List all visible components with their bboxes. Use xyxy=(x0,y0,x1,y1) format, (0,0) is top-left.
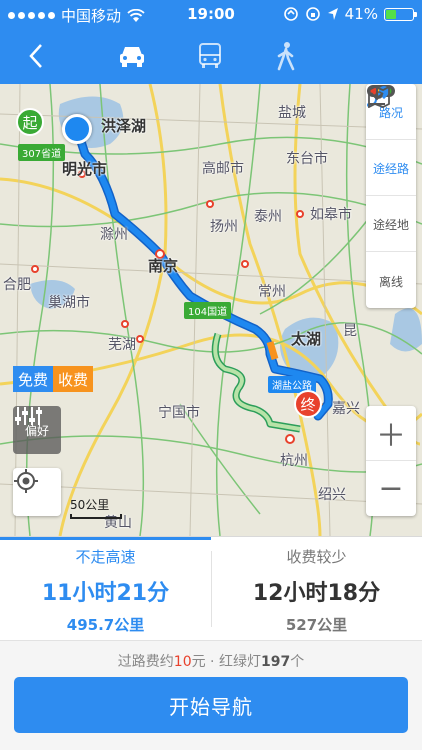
route-options: 不走高速 11小时21分 495.7公里 收费较少 12小时18分 527公里 xyxy=(0,536,422,640)
toll-tab[interactable]: 收费 xyxy=(53,366,94,392)
bus-icon xyxy=(199,43,221,68)
mode-bus-tab[interactable] xyxy=(188,36,232,76)
label-jiaxing: 嘉兴 xyxy=(332,401,360,417)
road-tag-104: 104国道 xyxy=(184,302,232,319)
label-taizhou: 泰州 xyxy=(254,209,282,225)
label-gaoyou: 高邮市 xyxy=(202,161,244,177)
label-taihu: 太湖 xyxy=(291,330,322,348)
route-option-2[interactable]: 收费较少 12小时18分 527公里 xyxy=(211,537,422,641)
battery-fill xyxy=(386,9,397,19)
label-chuzhou: 滁州 xyxy=(100,227,128,243)
label-nanjing: 南京 xyxy=(148,257,179,275)
download-icon xyxy=(369,86,385,105)
locate-button[interactable] xyxy=(13,468,61,516)
map-scale: 50公里 xyxy=(70,496,122,519)
label-kun: 昆 xyxy=(343,323,357,339)
back-button[interactable] xyxy=(14,36,58,76)
road-tag-307: 307省道 xyxy=(18,144,66,161)
route-1-duration: 11小时21分 xyxy=(41,581,170,606)
sea xyxy=(390,308,422,352)
label-hefei: 合肥 xyxy=(3,277,31,293)
route-option-1[interactable]: 不走高速 11小时21分 495.7公里 xyxy=(0,537,211,641)
car-icon xyxy=(120,47,144,67)
mode-walk-tab[interactable] xyxy=(264,36,308,76)
route-1-distance: 495.7公里 xyxy=(66,616,145,634)
via-place-label: 途经地 xyxy=(372,218,409,232)
via-place-button[interactable]: 途经地 xyxy=(366,85,416,252)
start-navigation-button[interactable]: 开始导航 xyxy=(14,677,408,733)
nav-bar xyxy=(0,28,422,84)
toll-filter: 免费 收费 xyxy=(13,366,94,392)
toll-lights-info: 过路费约10元 · 红绿灯197个 xyxy=(0,651,422,671)
end-marker[interactable]: 终 xyxy=(294,390,322,418)
toll-segment-1 xyxy=(266,341,279,360)
via-road-label: 途经路 xyxy=(372,162,409,176)
toll-value: 10 xyxy=(173,654,192,670)
route-2-duration: 12小时18分 xyxy=(252,581,381,606)
label-ningguo: 宁国市 xyxy=(158,405,200,421)
label-shaoxing: 绍兴 xyxy=(318,487,346,503)
route-summary: 过路费约10元 · 红绿灯197个 开始导航 xyxy=(0,640,422,750)
label-wuhu: 芜湖 xyxy=(108,337,136,353)
offline-button[interactable]: 离线 xyxy=(366,86,416,308)
lights-value: 197 xyxy=(260,654,291,670)
scale-bar xyxy=(70,514,122,519)
toll-unit: 元 · 红绿灯 xyxy=(191,654,261,670)
via-road-button[interactable]: 途经路 xyxy=(366,86,416,196)
label-rugao: 如皋市 xyxy=(310,207,352,223)
sync-icon xyxy=(283,7,298,21)
crosshair-icon xyxy=(14,469,38,493)
label-dongtai: 东台市 xyxy=(286,151,328,167)
zoom-out-button[interactable]: − xyxy=(366,461,416,516)
route-1-tag: 不走高速 xyxy=(75,548,136,566)
toll-prefix: 过路费约 xyxy=(117,654,174,670)
free-tab[interactable]: 免费 xyxy=(13,366,54,392)
label-changzhou: 常州 xyxy=(258,284,286,300)
current-location-marker xyxy=(62,114,92,144)
walk-icon xyxy=(277,42,295,71)
offline-label: 离线 xyxy=(378,274,403,289)
preference-button[interactable]: 偏好 xyxy=(13,406,61,454)
status-bar: 中国移动 19:00 41% xyxy=(0,0,422,28)
zoom-control: ＋ − xyxy=(366,406,416,516)
label-mingguang: 明光市 xyxy=(62,160,108,178)
lights-unit: 个 xyxy=(290,654,305,670)
back-arrow-icon xyxy=(29,44,42,68)
scale-label: 50公里 xyxy=(70,498,110,512)
battery-percent: 41% xyxy=(344,5,378,23)
sliders-icon xyxy=(15,407,42,425)
lock-rotation-icon xyxy=(305,7,320,21)
battery-icon xyxy=(384,7,417,21)
route-2-distance: 527公里 xyxy=(285,616,348,634)
route-2-tag: 收费较少 xyxy=(286,548,347,566)
start-marker[interactable]: 起 xyxy=(16,108,44,136)
label-hangzhou: 杭州 xyxy=(280,453,308,469)
map-tools-panel: 路况 途经路 途经地 离线 xyxy=(366,84,416,308)
zoom-in-button[interactable]: ＋ xyxy=(366,406,416,461)
label-yancheng: 盐城 xyxy=(278,105,306,121)
label-yangzhou: 扬州 xyxy=(210,219,238,235)
location-arrow-icon xyxy=(327,8,338,20)
label-hongze-lake: 洪泽湖 xyxy=(101,117,147,135)
label-chaohu: 巢湖市 xyxy=(48,295,90,311)
map-view[interactable]: 洪泽湖 明光市 盐城 高邮市 东台市 滁州 扬州 泰州 如皋市 合肥 巢湖市 南… xyxy=(0,84,422,536)
mode-car-tab[interactable] xyxy=(110,36,154,76)
